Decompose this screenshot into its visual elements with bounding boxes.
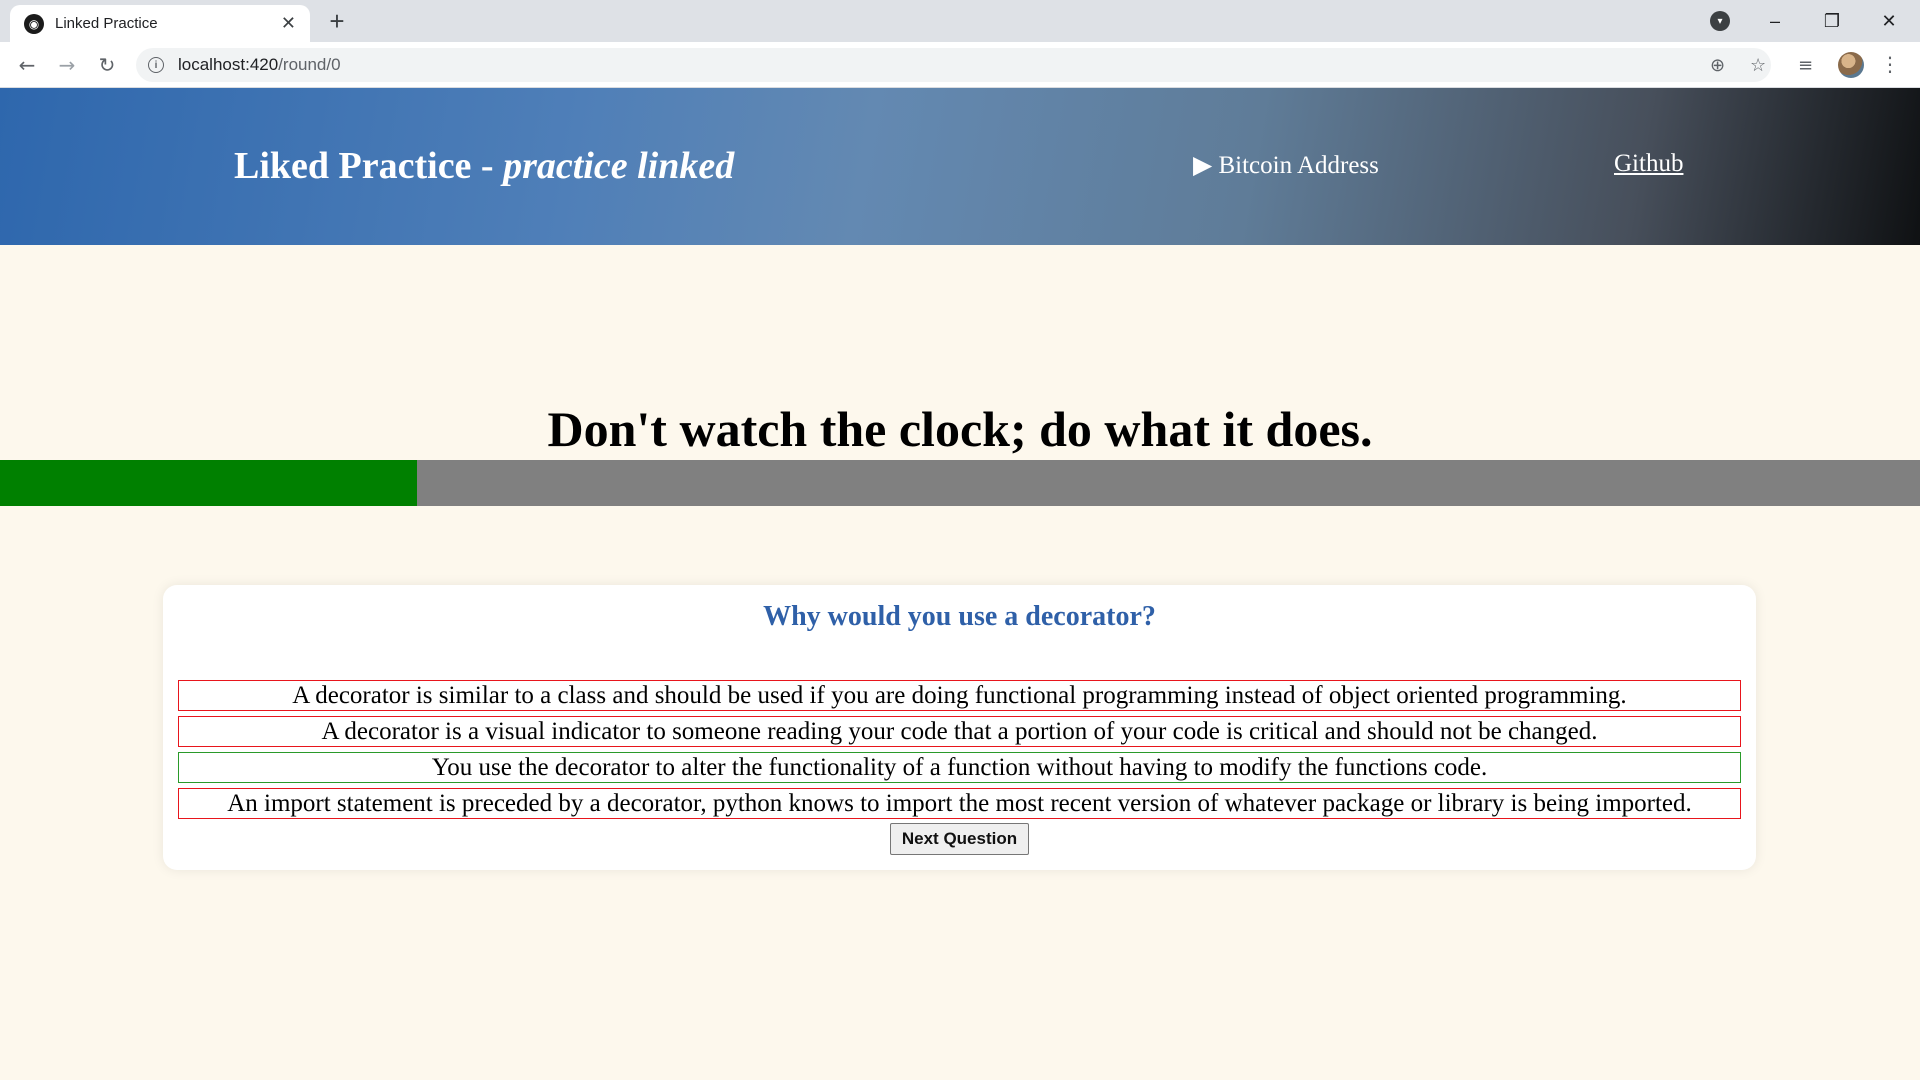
browser-toolbar: ← → ↻ i localhost:420/round/0 ⊕ ☆ ≡ ⋮ [0,42,1920,88]
browser-tab[interactable]: ◉ Linked Practice ✕ [10,5,310,42]
browser-menu-icon[interactable]: ⋮ [1880,52,1900,76]
restore-button[interactable]: ❐ [1804,0,1860,42]
reading-list-icon[interactable]: ≡ [1798,55,1813,76]
reload-icon[interactable]: ↻ [91,49,123,81]
zoom-icon[interactable]: ⊕ [1710,55,1725,76]
minimize-button[interactable]: – [1747,0,1803,42]
site-favicon-icon: ◉ [24,13,44,34]
answer-list: A decorator is similar to a class and sh… [178,680,1741,824]
address-bar[interactable]: i localhost:420/round/0 [136,48,1771,82]
tab-search-icon[interactable]: ▾ [1710,11,1730,31]
answer-option-4[interactable]: An import statement is preceded by a dec… [178,788,1741,819]
browser-tabstrip: ◉ Linked Practice ✕ + ▾ – ❐ ✕ [0,0,1920,42]
profile-avatar[interactable] [1838,52,1864,78]
question-text: Why would you use a decorator? [763,601,1156,632]
tab-close-icon[interactable]: ✕ [281,13,296,34]
back-icon[interactable]: ← [11,49,43,81]
next-question-button[interactable]: Next Question [890,823,1029,855]
url-path: /round/0 [278,55,341,74]
question-card: Why would you use a decorator? A decorat… [163,585,1756,870]
bitcoin-address-toggle[interactable]: ▶ Bitcoin Address [1193,150,1379,180]
forward-icon[interactable]: → [51,49,83,81]
progress-fill [0,460,417,506]
brand-italic: practice linked [503,145,735,187]
answer-option-2[interactable]: A decorator is a visual indicator to som… [178,716,1741,747]
tab-title: Linked Practice [55,15,158,32]
new-tab-button[interactable]: + [322,6,352,36]
site-info-icon[interactable]: i [148,57,164,73]
github-link[interactable]: Github [1614,150,1683,178]
site-header: Liked Practice - practice linked ▶ Bitco… [0,88,1920,245]
site-brand: Liked Practice - practice linked [234,144,734,188]
answer-option-3[interactable]: You use the decorator to alter the funct… [178,752,1741,783]
window-close-button[interactable]: ✕ [1861,0,1917,42]
url-host: localhost:420 [178,55,279,74]
bookmark-star-icon[interactable]: ☆ [1750,55,1766,76]
motivational-quote: Don't watch the clock; do what it does. [547,401,1373,457]
brand-main: Liked Practice - [234,145,504,187]
progress-bar [0,460,1920,506]
answer-option-1[interactable]: A decorator is similar to a class and sh… [178,680,1741,711]
